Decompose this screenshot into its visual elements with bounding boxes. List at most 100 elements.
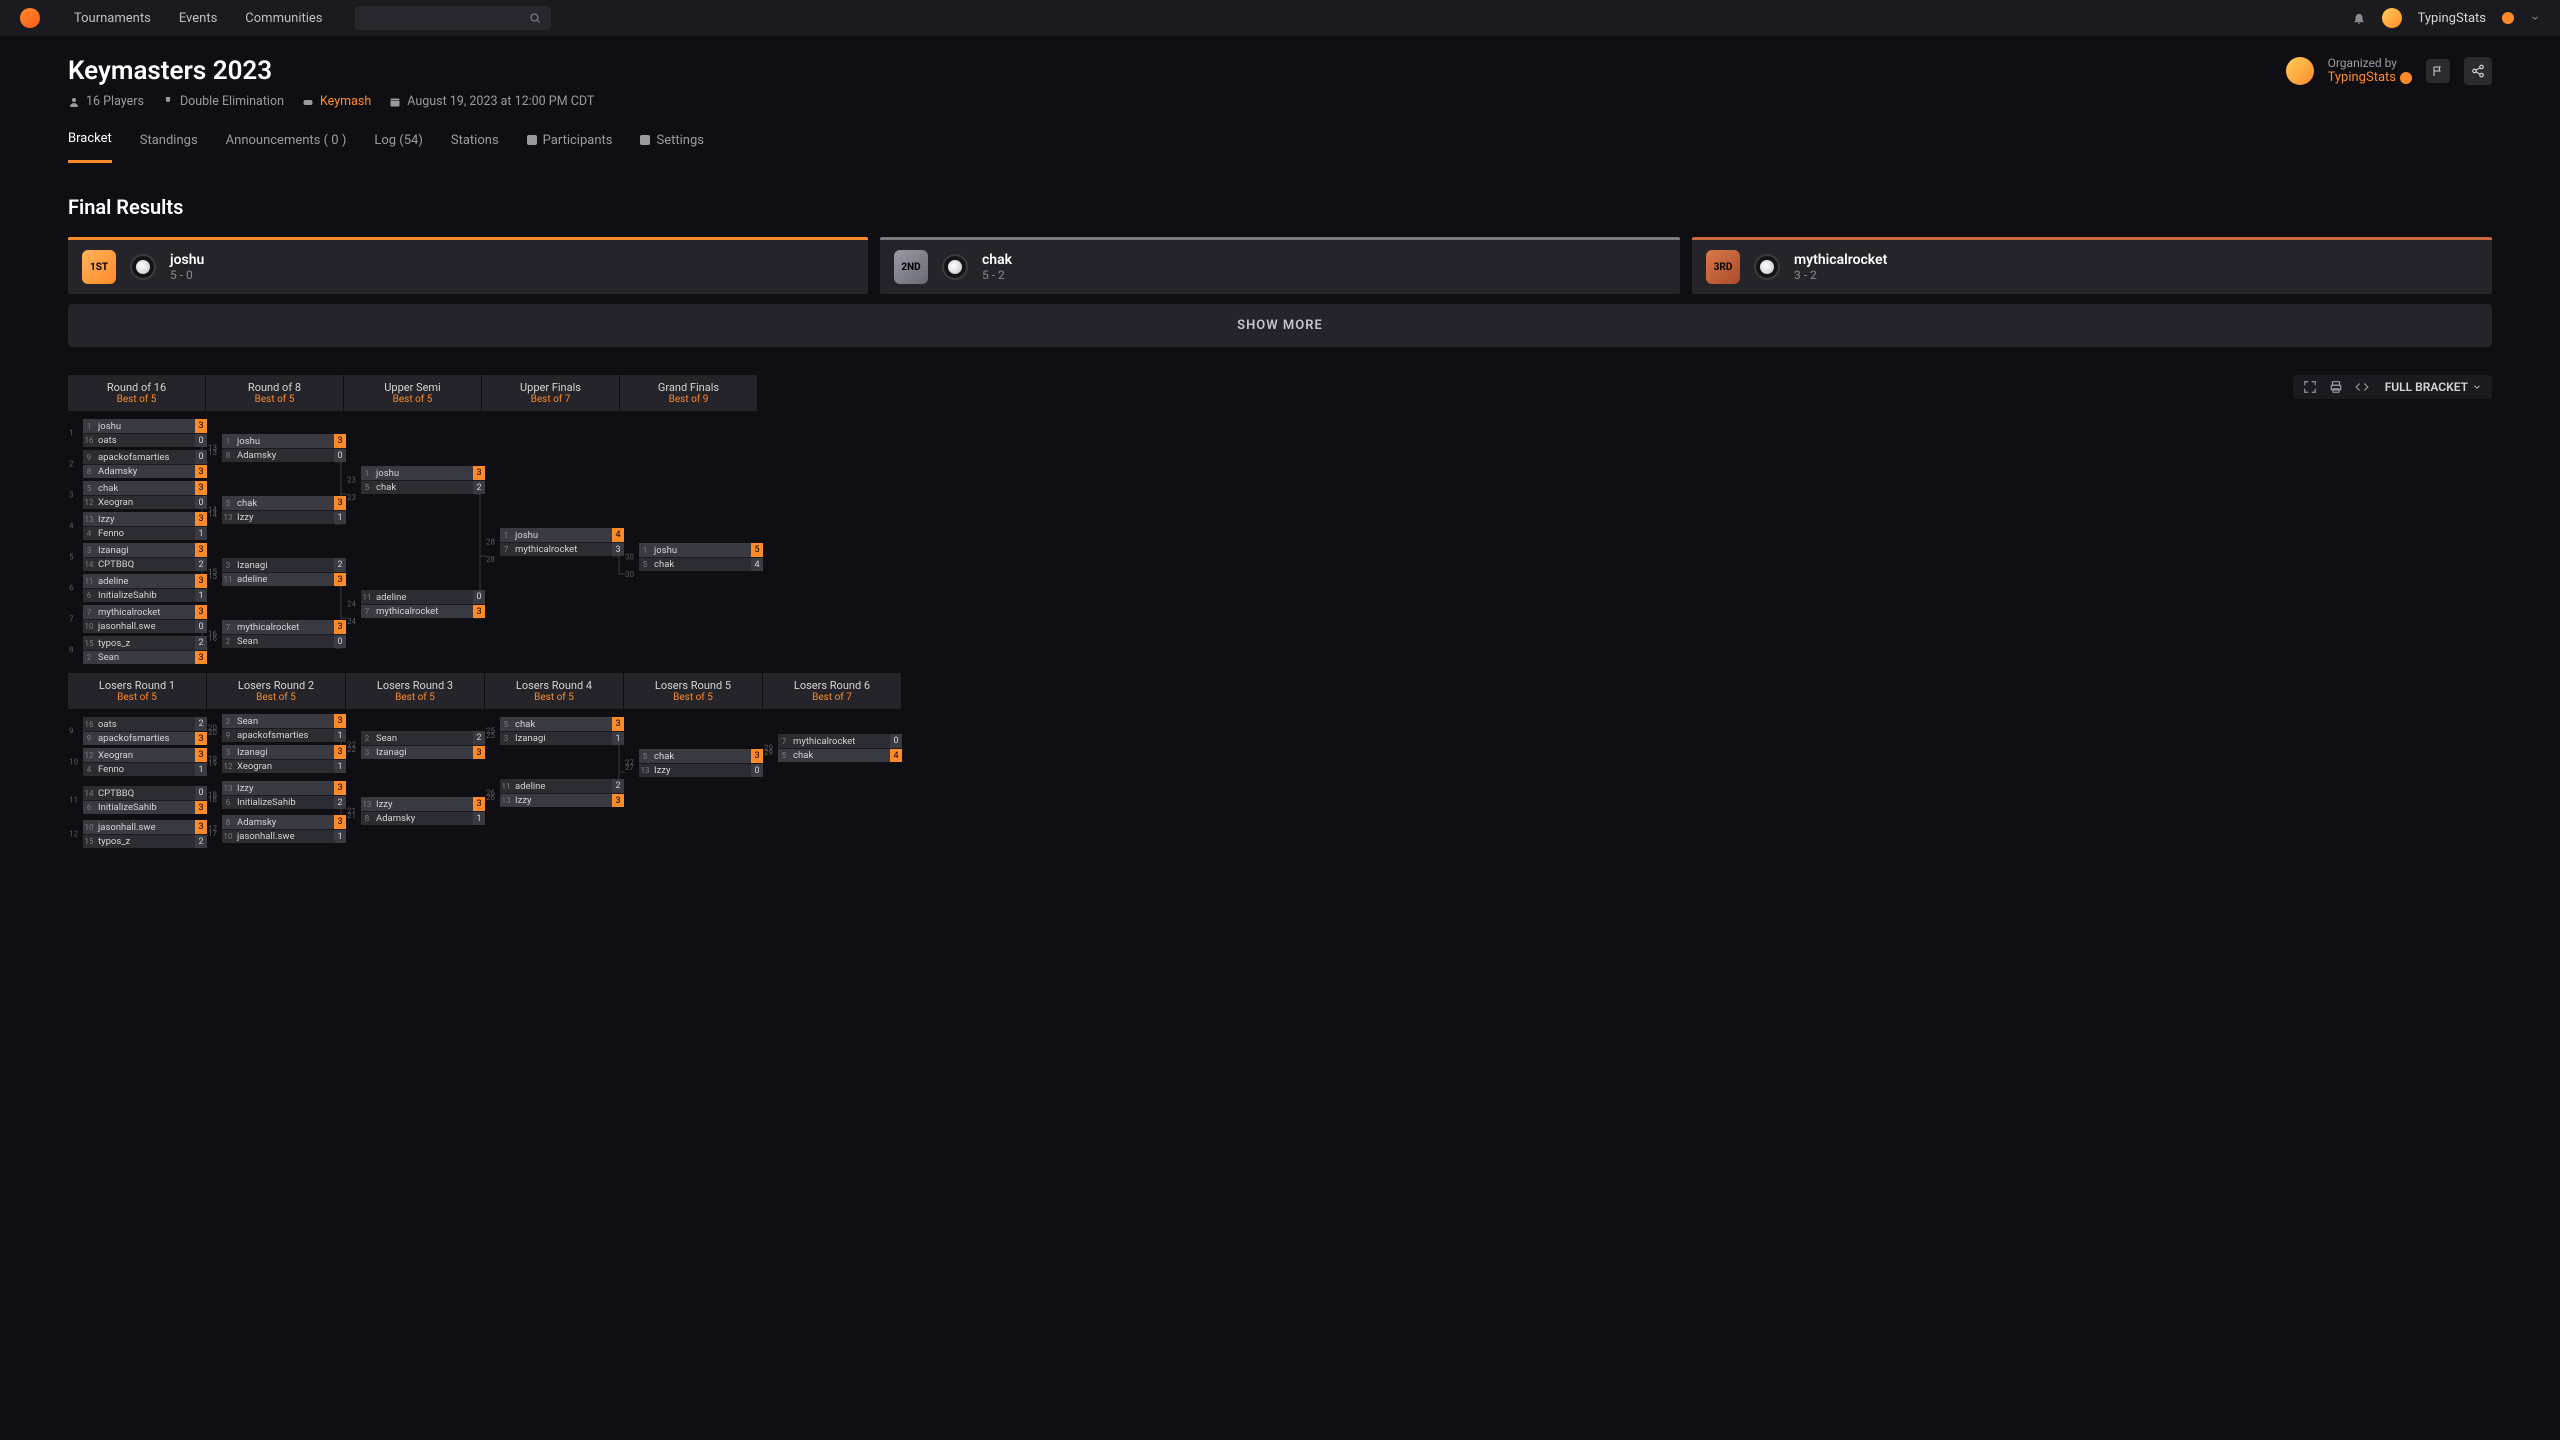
match[interactable]: 27 5chak3 13Izzy0 xyxy=(639,749,763,777)
print-icon[interactable] xyxy=(2329,380,2343,394)
match[interactable]: 13 1joshu3 8Adamsky0 xyxy=(222,434,346,462)
user-avatar[interactable] xyxy=(2382,8,2402,28)
round-header: Upper SemiBest of 5 xyxy=(344,375,482,411)
embed-icon[interactable] xyxy=(2355,380,2369,394)
podium-third[interactable]: 3RD mythicalrocket3 - 2 xyxy=(1692,237,2492,294)
match-number: 28 xyxy=(486,538,495,547)
match[interactable]: 17 8Adamsky3 10jasonhall.swe1 xyxy=(222,815,346,843)
match-number: 1 xyxy=(69,429,74,438)
organizer-flag-icon xyxy=(2400,72,2412,84)
match-number: 30 xyxy=(625,553,634,562)
match[interactable]: 25 5chak3 3Izanagi1 xyxy=(500,717,624,745)
bracket-tools: FULL BRACKET xyxy=(2293,375,2492,399)
match[interactable]: 23 1joshu3 5chak2 xyxy=(361,466,485,494)
fullscreen-icon[interactable] xyxy=(2303,380,2317,394)
nav-communities[interactable]: Communities xyxy=(245,11,322,26)
tab-bracket[interactable]: Bracket xyxy=(68,131,112,163)
page-header: Keymasters 2023 16 Players Double Elimin… xyxy=(0,36,2560,109)
tab-log[interactable]: Log (54) xyxy=(374,131,423,163)
match-number: 6 xyxy=(69,584,74,593)
match[interactable]: 14 5chak3 13Izzy1 xyxy=(222,496,346,524)
chevron-down-icon xyxy=(2472,382,2482,392)
connector-label: 21 xyxy=(347,811,356,820)
match[interactable]: 1 1joshu3 16oats0 xyxy=(83,419,207,447)
round-header: Losers Round 6Best of 7 xyxy=(763,673,902,709)
match[interactable]: 16 7mythicalrocket3 2Sean0 xyxy=(222,620,346,648)
notifications-icon[interactable] xyxy=(2352,11,2366,25)
match-number: 7 xyxy=(69,615,74,624)
match[interactable]: 9 16oats2 9apackofsmarties3 xyxy=(83,717,207,745)
match[interactable]: 11 14CPTBBQ0 6InitializeSahib3 xyxy=(83,786,207,814)
tab-participants[interactable]: Participants xyxy=(527,131,613,163)
full-bracket-button[interactable]: FULL BRACKET xyxy=(2385,380,2482,394)
medal-1st-icon: 1ST xyxy=(82,250,116,284)
match[interactable]: 5 3Izanagi3 14CPTBBQ2 xyxy=(83,543,207,571)
tab-settings[interactable]: Settings xyxy=(640,131,703,163)
round-header: Losers Round 2Best of 5 xyxy=(207,673,346,709)
match[interactable]: 2 9apackofsmarties0 8Adamsky3 xyxy=(83,450,207,478)
connector-label: 26 xyxy=(486,793,495,802)
match[interactable]: 29 7mythicalrocket0 5chak4 xyxy=(778,734,902,762)
podium-first[interactable]: 1ST joshu5 - 0 xyxy=(68,237,868,294)
tab-standings[interactable]: Standings xyxy=(140,131,198,163)
connector-label: 13 xyxy=(208,448,217,457)
lock-icon xyxy=(527,135,537,145)
match[interactable]: 26 11adeline2 13Izzy3 xyxy=(500,779,624,807)
gamepad-icon xyxy=(302,96,314,108)
top-nav: Tournaments Events Communities TypingSta… xyxy=(0,0,2560,36)
logo-icon[interactable] xyxy=(20,8,40,28)
meta-players: 16 Players xyxy=(68,94,144,109)
match-number: 2 xyxy=(69,460,74,469)
winners-bracket: Round of 16Best of 5Round of 8Best of 5U… xyxy=(68,375,2492,659)
search-input[interactable] xyxy=(355,6,551,30)
match[interactable]: 4 13Izzy3 4Fenno1 xyxy=(83,512,207,540)
show-more-button[interactable]: SHOW MORE xyxy=(68,304,2492,347)
tab-announcements[interactable]: Announcements ( 0 ) xyxy=(226,131,347,163)
match[interactable]: 30 1joshu5 5chak4 xyxy=(639,543,763,571)
organizer-link[interactable]: TypingStats xyxy=(2328,70,2412,85)
match[interactable]: 20 2Sean3 9apackofsmarties1 xyxy=(222,714,346,742)
match[interactable]: 6 11adeline3 6InitializeSahib1 xyxy=(83,574,207,602)
connector-label: 20 xyxy=(208,728,217,737)
nav-tournaments[interactable]: Tournaments xyxy=(74,11,151,26)
podium-second[interactable]: 2ND chak5 - 2 xyxy=(880,237,1680,294)
match[interactable]: 21 13Izzy3 8Adamsky1 xyxy=(361,797,485,825)
match[interactable]: 12 10jasonhall.swe3 15typos_z2 xyxy=(83,820,207,848)
match-number: 11 xyxy=(69,796,78,805)
page-title: Keymasters 2023 xyxy=(68,56,594,86)
connector-label: 30 xyxy=(625,570,634,579)
round-header: Upper FinalsBest of 7 xyxy=(482,375,620,411)
flag-icon xyxy=(2432,65,2444,77)
match[interactable]: 10 12Xeogran3 4Fenno1 xyxy=(83,748,207,776)
meta-game[interactable]: Keymash xyxy=(302,94,371,109)
nav-events[interactable]: Events xyxy=(179,11,217,26)
connector-label: 16 xyxy=(208,634,217,643)
match[interactable]: 19 3Izanagi3 12Xeogran1 xyxy=(222,745,346,773)
match[interactable]: 15 3Izanagi2 11adeline3 xyxy=(222,558,346,586)
connector-label: 29 xyxy=(764,748,773,757)
flag-button[interactable] xyxy=(2426,59,2450,83)
tab-stations[interactable]: Stations xyxy=(451,131,499,163)
avatar xyxy=(942,254,968,280)
match[interactable]: 7 7mythicalrocket3 10jasonhall.swe0 xyxy=(83,605,207,633)
round-header: Losers Round 1Best of 5 xyxy=(68,673,207,709)
match[interactable]: 8 15typos_z2 2Sean3 xyxy=(83,636,207,664)
connector-label: 25 xyxy=(486,731,495,740)
connector-label: 19 xyxy=(208,759,217,768)
round-header: Losers Round 5Best of 5 xyxy=(624,673,763,709)
losers-bracket: Losers Round 1Best of 5Losers Round 2Bes… xyxy=(68,673,2492,887)
podium-row: 1ST joshu5 - 0 2ND chak5 - 2 3RD mythica… xyxy=(68,237,2492,294)
match[interactable]: 3 5chak3 12Xeogran0 xyxy=(83,481,207,509)
chevron-down-icon[interactable] xyxy=(2530,13,2540,23)
match[interactable]: 24 11adeline0 7mythicalrocket3 xyxy=(361,590,485,618)
search-icon xyxy=(529,12,541,24)
connector-label: 22 xyxy=(347,745,356,754)
match[interactable]: 18 13Izzy3 6InitializeSahib2 xyxy=(222,781,346,809)
connector-label: 17 xyxy=(208,829,217,838)
organizer-avatar[interactable] xyxy=(2286,57,2314,85)
calendar-icon xyxy=(389,96,401,108)
match[interactable]: 28 1joshu4 7mythicalrocket3 xyxy=(500,528,624,556)
match[interactable]: 22 2Sean2 3Izanagi3 xyxy=(361,731,485,759)
tabs: Bracket Standings Announcements ( 0 ) Lo… xyxy=(0,109,2560,163)
share-button[interactable] xyxy=(2464,57,2492,85)
